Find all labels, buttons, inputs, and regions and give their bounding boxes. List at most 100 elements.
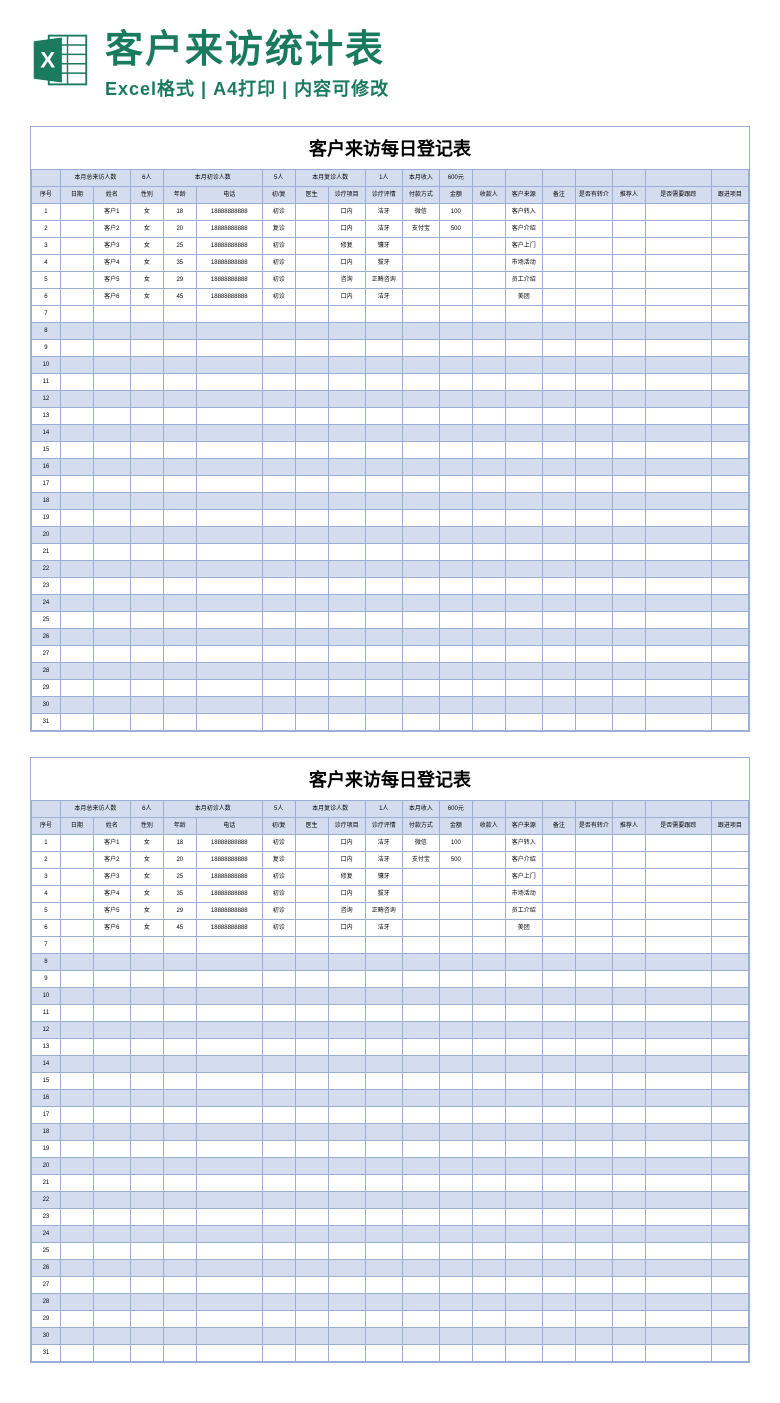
cell — [711, 1158, 748, 1175]
cell — [612, 612, 645, 629]
cell — [295, 204, 328, 221]
cell — [402, 255, 439, 272]
cell — [612, 357, 645, 374]
cell — [645, 1158, 711, 1175]
cell: 正畸咨询 — [365, 272, 402, 289]
cell: 7 — [32, 306, 61, 323]
cell — [645, 988, 711, 1005]
cell: 洁牙 — [365, 920, 402, 937]
cell — [60, 442, 93, 459]
cell — [645, 340, 711, 357]
cell — [196, 1345, 262, 1362]
cell — [328, 374, 365, 391]
cell — [711, 510, 748, 527]
cell — [328, 510, 365, 527]
cell — [645, 1243, 711, 1260]
cell — [575, 663, 612, 680]
cell — [542, 238, 575, 255]
cell — [402, 1311, 439, 1328]
cell — [163, 1056, 196, 1073]
cell — [295, 510, 328, 527]
cell — [196, 1090, 262, 1107]
cell — [439, 663, 472, 680]
cell — [505, 595, 542, 612]
cell — [262, 1345, 295, 1362]
cell — [472, 476, 505, 493]
cell — [472, 835, 505, 852]
column-header: 电话 — [196, 187, 262, 204]
cell — [472, 1345, 505, 1362]
table-row: 1客户1女1818888888888初诊口内洁牙微信100客户转入 — [32, 835, 749, 852]
cell — [505, 1192, 542, 1209]
cell — [60, 1277, 93, 1294]
cell — [505, 1141, 542, 1158]
cell — [402, 408, 439, 425]
cell — [542, 886, 575, 903]
cell: 10 — [32, 357, 61, 374]
cell — [439, 408, 472, 425]
visit-table: 本月总来访人数6人本月初诊人数5人本月复诊人数1人本月收入600元序号日期姓名性… — [31, 169, 749, 731]
cell — [130, 988, 163, 1005]
cell — [163, 1345, 196, 1362]
cell — [472, 255, 505, 272]
cell — [93, 340, 130, 357]
cell — [645, 954, 711, 971]
cell — [472, 886, 505, 903]
table-row: 24 — [32, 1226, 749, 1243]
cell — [645, 697, 711, 714]
cell — [60, 1294, 93, 1311]
cell — [472, 1039, 505, 1056]
cell: 拔牙 — [365, 886, 402, 903]
cell — [439, 612, 472, 629]
cell — [365, 459, 402, 476]
cell — [439, 1328, 472, 1345]
cell: 女 — [130, 920, 163, 937]
cell — [542, 1073, 575, 1090]
cell — [163, 1107, 196, 1124]
cell — [505, 629, 542, 646]
cell — [402, 1209, 439, 1226]
cell — [542, 425, 575, 442]
cell: 20 — [163, 221, 196, 238]
cell — [612, 1175, 645, 1192]
cell — [612, 1328, 645, 1345]
cell — [439, 1192, 472, 1209]
cell — [130, 954, 163, 971]
cell — [575, 1277, 612, 1294]
cell — [439, 544, 472, 561]
cell — [711, 595, 748, 612]
cell: 18888888888 — [196, 238, 262, 255]
cell — [402, 493, 439, 510]
cell — [295, 374, 328, 391]
excel-icon: X — [30, 30, 90, 90]
cell: 14 — [32, 1056, 61, 1073]
cell — [575, 544, 612, 561]
cell — [130, 527, 163, 544]
cell — [575, 1260, 612, 1277]
cell — [505, 306, 542, 323]
cell — [365, 1260, 402, 1277]
summary-cell — [32, 801, 61, 818]
cell — [196, 971, 262, 988]
cell — [472, 1090, 505, 1107]
summary-cell — [505, 170, 542, 187]
cell — [439, 238, 472, 255]
cell — [163, 1090, 196, 1107]
cell — [575, 561, 612, 578]
cell — [542, 1124, 575, 1141]
cell — [711, 255, 748, 272]
cell — [130, 391, 163, 408]
cell — [196, 1260, 262, 1277]
cell: 26 — [32, 1260, 61, 1277]
cell — [163, 1328, 196, 1345]
cell — [328, 663, 365, 680]
table-row: 16 — [32, 459, 749, 476]
cell — [130, 1243, 163, 1260]
column-header: 客户来源 — [505, 187, 542, 204]
cell — [439, 1175, 472, 1192]
cell — [295, 493, 328, 510]
cell — [439, 1158, 472, 1175]
cell — [262, 954, 295, 971]
cell — [93, 323, 130, 340]
cell — [328, 971, 365, 988]
